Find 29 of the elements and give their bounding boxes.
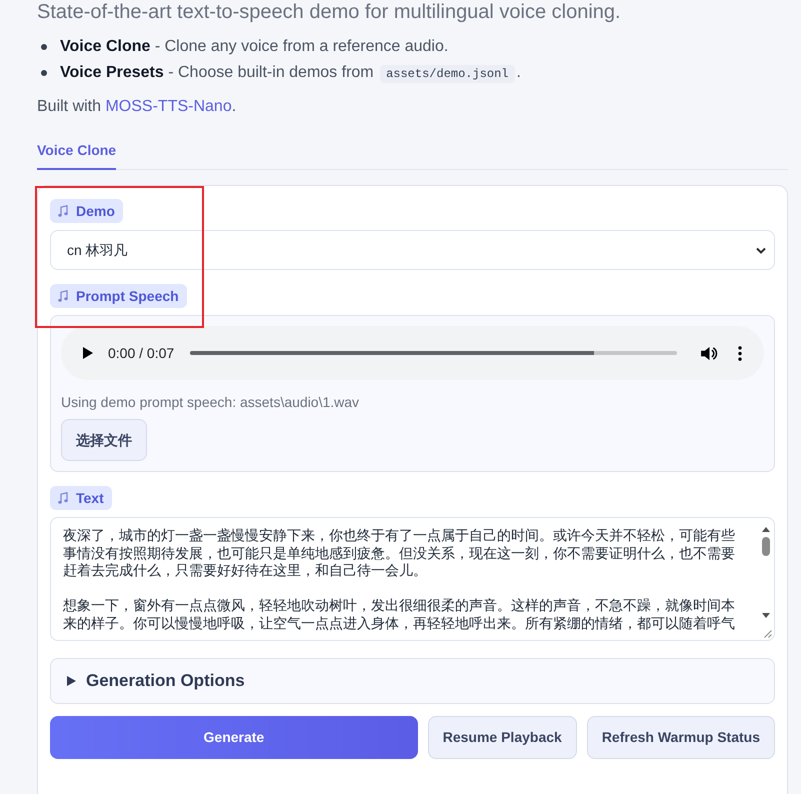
music-note-icon	[58, 492, 68, 504]
feature-text: Voice Clone - Clone any voice from a reference audio.	[60, 37, 448, 57]
credit-text: Built with MOSS-TTS-Nano.	[37, 97, 238, 117]
field-label: Text	[76, 488, 104, 508]
music-note-icon	[58, 205, 68, 217]
field-label: Prompt Speech	[76, 286, 179, 306]
volume-icon[interactable]	[701, 346, 718, 360]
upload-button[interactable]: 选择文件	[61, 419, 147, 461]
action-button[interactable]: Refresh Warmup Status	[586, 716, 775, 759]
action-button[interactable]: Resume Playback	[428, 716, 577, 759]
seek-track[interactable]	[190, 351, 677, 355]
play-icon[interactable]	[83, 347, 93, 359]
feature-text: Voice Presets - Choose built-in demos from assets/demo.jsonl .	[60, 63, 521, 85]
code-snippet: assets/demo.jsonl	[380, 65, 514, 83]
playback-time: 0:00 / 0:07	[108, 344, 174, 362]
music-note-icon	[58, 290, 68, 302]
page-description: State-of-the-art text-to-speech demo for multilingual voice cloning.	[37, 0, 622, 24]
text-input[interactable]: 夜深了，城市的灯一盏一盏慢慢安静下来，你也终于有了一点属于自己的时间。或许今天并不轻松，可能有些事情没有按照期待发展，也可能只是单纯地感到疲惫。但没关系，现在这一刻，你不需要证明什么，也不需要赶着去完成什么，只需要好好待在这里，和自己待一会儿。 想象一下，窗外有一点点微风，轻轻地吹动树叶，发出很细很柔的声音。这样的声音，不急不躁，就像时间本来的样子。你可以慢慢地呼吸，让空气一点点进入身体，再轻轻地呼出来。所有紧绷的情绪，都可以随着呼气	[50, 517, 775, 641]
demo-select[interactable]: cn 林羽凡	[50, 230, 775, 270]
more-options-icon[interactable]	[738, 346, 742, 360]
bullet-icon	[41, 44, 47, 50]
generation-options-toggle[interactable]: Generation Options	[50, 658, 775, 704]
generate-button[interactable]: Generate	[50, 716, 418, 759]
bullet-icon	[41, 70, 47, 76]
status-text: Using demo prompt speech: assets\audio\1.wav	[61, 393, 360, 412]
project-link[interactable]: MOSS-TTS-Nano	[105, 98, 232, 115]
field-label: Demo	[76, 202, 115, 220]
tab[interactable]: Voice Clone	[37, 133, 116, 170]
chevron-down-icon	[756, 246, 766, 254]
